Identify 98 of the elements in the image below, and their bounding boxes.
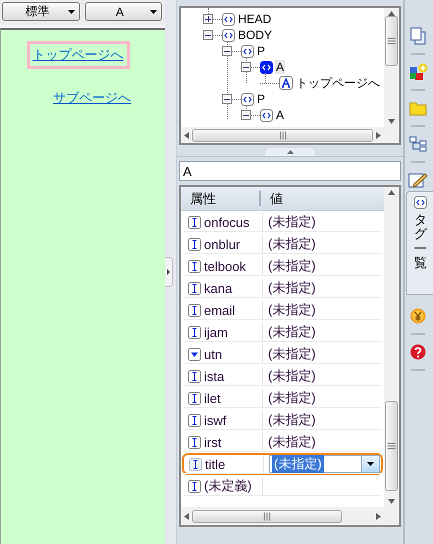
attribute-value: (未指定)	[272, 455, 324, 473]
attribute-value: (未指定)	[268, 345, 316, 363]
attribute-name[interactable]: email	[204, 302, 236, 318]
scroll-right-icon	[376, 132, 381, 138]
tree-node[interactable]: HEAD	[237, 12, 272, 26]
arrow-up-icon	[286, 150, 294, 154]
vertical-scrollbar[interactable]	[384, 187, 399, 507]
caret-icon	[367, 462, 374, 466]
collapse-button[interactable]	[222, 94, 232, 104]
collapse-button[interactable]	[222, 46, 232, 56]
scroll-up-icon	[388, 190, 395, 195]
tree-node[interactable]: トップページへ	[295, 74, 381, 92]
tag-list-tab[interactable]: タグ一覧	[406, 191, 433, 295]
attribute-name[interactable]: ilet	[204, 390, 221, 406]
horizontal-scrollbar[interactable]	[181, 507, 384, 525]
tree-node[interactable]: P	[256, 44, 266, 58]
text-cursor-icon	[188, 282, 201, 294]
tree-node[interactable]: A	[275, 108, 286, 122]
caret-icon	[68, 10, 74, 14]
dropdown-button[interactable]	[361, 456, 379, 472]
scroll-down-icon	[388, 119, 395, 124]
text-cursor-icon	[189, 458, 202, 470]
attribute-value: (未指定)	[268, 367, 316, 385]
text-cursor-icon	[188, 238, 201, 250]
text-cursor-icon	[188, 392, 201, 404]
text-cursor-icon	[188, 436, 201, 448]
scroll-left-icon	[184, 512, 189, 520]
attribute-name[interactable]: ijam	[204, 324, 228, 340]
caret-icon	[150, 10, 157, 14]
attribute-value: (未指定)	[268, 235, 316, 253]
yen-coin-icon	[410, 308, 426, 324]
text-cursor-icon	[188, 326, 201, 338]
collapse-button[interactable]	[203, 30, 213, 40]
tree-node[interactable]: P	[256, 92, 266, 106]
arrow-right-icon	[167, 269, 170, 275]
scroll-down-icon	[388, 499, 395, 504]
add-part-button[interactable]	[407, 61, 429, 83]
scroll-thumb[interactable]	[192, 128, 373, 142]
collapse-button[interactable]	[241, 110, 251, 120]
documents-icon	[409, 27, 427, 45]
style-dropdown[interactable]: A	[84, 2, 162, 21]
horizontal-scrollbar[interactable]	[181, 127, 384, 143]
scroll-left-icon	[184, 132, 189, 138]
text-cursor-icon	[188, 260, 201, 272]
attribute-name[interactable]: title	[205, 456, 226, 472]
hierarchy-icon	[409, 135, 427, 153]
expand-button[interactable]	[203, 14, 213, 24]
attribute-name[interactable]: ista	[204, 368, 224, 384]
attribute-name[interactable]: onfocus	[204, 214, 250, 230]
style-dropdown[interactable]: 標準	[2, 2, 80, 21]
attribute-name[interactable]: telbook	[204, 258, 246, 274]
text-cursor-icon	[188, 370, 201, 382]
attribute-name[interactable]: iswf	[204, 412, 226, 428]
text-cursor-icon	[188, 304, 201, 316]
attribute-value: (未指定)	[268, 411, 316, 429]
value-dropdown[interactable]: (未指定)	[269, 455, 380, 473]
attribute-value: (未指定)	[268, 213, 316, 231]
scroll-thumb[interactable]	[192, 510, 342, 522]
attribute-value: (未指定)	[268, 257, 316, 275]
column-header[interactable]: 値	[261, 187, 384, 210]
scroll-thumb[interactable]	[385, 401, 398, 491]
tag-name-field[interactable]: A	[179, 161, 401, 181]
attribute-name[interactable]: kana	[204, 280, 232, 296]
pencil-page-icon	[408, 171, 428, 189]
collapse-button[interactable]	[241, 62, 251, 72]
help-icon	[410, 344, 426, 360]
attribute-value: (未指定)	[268, 389, 316, 407]
grip-icon	[387, 442, 396, 450]
attribute-value: (未指定)	[268, 279, 316, 297]
grip-icon	[387, 37, 396, 45]
attribute-value: (未指定)	[268, 323, 316, 341]
folder-icon	[409, 100, 427, 116]
page-link[interactable]: サブページへ	[47, 84, 137, 112]
text-cursor-icon	[188, 480, 201, 492]
attribute-name[interactable]: utn	[204, 346, 222, 362]
dropdown-attribute-icon	[188, 348, 201, 360]
expand-pane-button[interactable]	[165, 257, 173, 287]
grip-icon	[278, 130, 286, 140]
attribute-value: (未指定)	[268, 433, 316, 451]
scroll-right-icon	[376, 512, 381, 520]
column-header[interactable]: 属性	[181, 187, 261, 210]
tree-node[interactable]: BODY	[237, 28, 274, 42]
attribute-name[interactable]: irst	[204, 434, 222, 450]
scroll-thumb[interactable]	[385, 16, 398, 66]
tree-node[interactable]: A	[275, 60, 286, 74]
splitter-handle[interactable]	[265, 148, 315, 156]
attribute-value: (未指定)	[268, 301, 316, 319]
page-link[interactable]: トップページへ	[26, 41, 130, 69]
selected-attribute-row[interactable]: title (未指定)	[182, 453, 383, 475]
grip-icon	[263, 512, 271, 520]
text-cursor-icon	[188, 414, 201, 426]
attribute-name[interactable]: onblur	[204, 236, 240, 252]
text-cursor-icon	[188, 216, 201, 228]
blocks-plus-icon	[408, 62, 428, 82]
vertical-scrollbar[interactable]	[384, 8, 399, 127]
tag-icon	[414, 196, 427, 209]
tag-icon	[260, 60, 273, 74]
attribute-name[interactable]: (未定義)	[204, 477, 252, 495]
